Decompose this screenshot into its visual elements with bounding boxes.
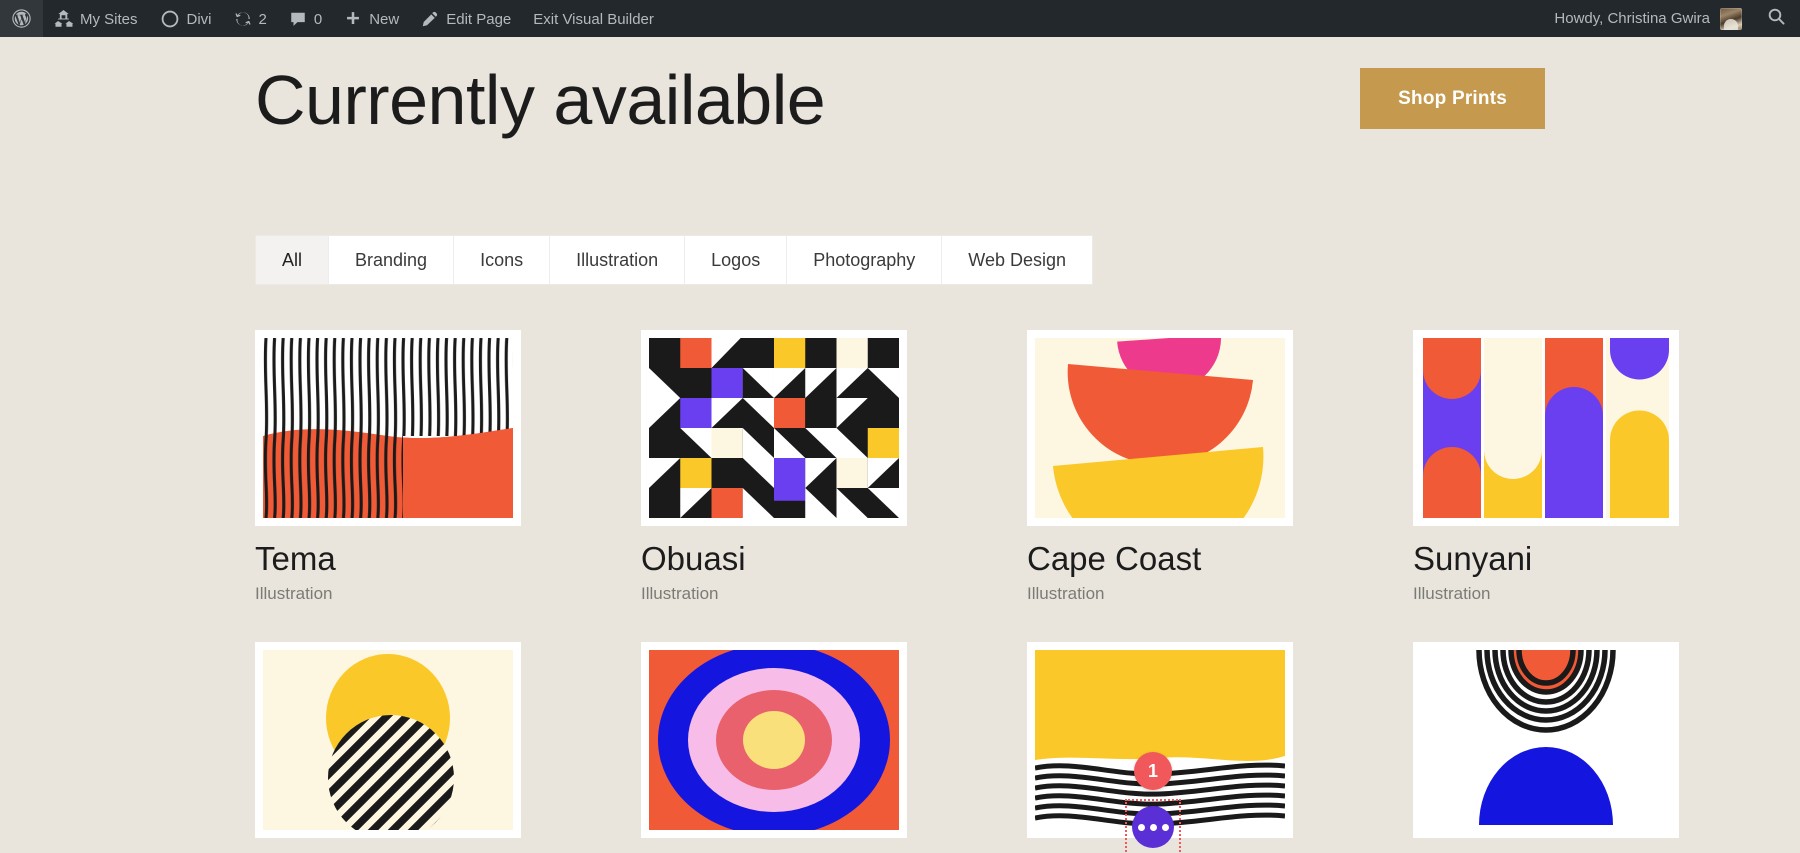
portfolio-filter-bar: All Branding Icons Illustration Logos Ph… [255, 235, 1093, 285]
portfolio-grid: Tema Illustration Obuasi Illustration Ca… [255, 330, 1679, 839]
portfolio-thumbnail[interactable] [1413, 330, 1679, 526]
admin-bar-item-edit-page[interactable]: Edit Page [410, 0, 522, 37]
admin-bar-item-comments[interactable]: 0 [278, 0, 333, 37]
portfolio-item: Tema Illustration [255, 330, 521, 604]
avatar [1720, 7, 1742, 30]
admin-bar-label-new: New [369, 11, 400, 28]
filter-tab-branding[interactable]: Branding [329, 236, 455, 284]
admin-bar-search-button[interactable] [1756, 0, 1796, 37]
plus-icon [344, 10, 362, 28]
portfolio-item-category: Illustration [255, 583, 333, 603]
admin-bar-item-exit-visual-builder[interactable]: Exit Visual Builder [522, 0, 665, 37]
portfolio-thumbnail[interactable] [1027, 330, 1293, 526]
divi-icon [160, 9, 180, 29]
portfolio-item: Sunyani Illustration [1413, 330, 1679, 604]
updates-icon [234, 10, 252, 28]
artwork-yellow-sun-stripes [263, 650, 513, 831]
filter-tab-web-design[interactable]: Web Design [942, 236, 1092, 284]
page-body: Currently available Shop Prints All Bran… [0, 37, 1800, 853]
divi-module-control: 1 [1124, 752, 1182, 853]
portfolio-thumbnail[interactable] [255, 642, 521, 839]
portfolio-item [255, 642, 521, 839]
portfolio-item: Cape Coast Illustration [1027, 330, 1293, 604]
howdy-label: Howdy, Christina Gwira [1554, 10, 1710, 27]
portfolio-item-title[interactable]: Tema [255, 540, 521, 578]
artwork-arc-dome [1421, 650, 1671, 831]
search-icon [1767, 7, 1786, 30]
wp-admin-bar: My Sites Divi 2 0 New Edit Page Exit Vis… [0, 0, 1800, 37]
ellipsis-icon [1149, 823, 1157, 831]
artwork-wavy-stripes-orange [263, 338, 513, 518]
admin-bar-right-group: Howdy, Christina Gwira [1542, 0, 1796, 37]
admin-bar-label-comments-count: 0 [313, 11, 323, 28]
filter-tab-logos[interactable]: Logos [685, 236, 788, 284]
filter-tab-photography[interactable]: Photography [787, 236, 943, 284]
portfolio-item-title[interactable]: Cape Coast [1027, 540, 1293, 578]
pencil-icon [421, 10, 439, 28]
admin-bar-item-divi[interactable]: Divi [149, 0, 223, 37]
portfolio-item: Obuasi Illustration [641, 330, 907, 604]
content-container: Currently available Shop Prints All Bran… [255, 37, 1679, 853]
portfolio-thumbnail[interactable] [255, 330, 521, 526]
portfolio-item [1413, 642, 1679, 839]
admin-bar-label-updates-count: 2 [258, 11, 267, 28]
portfolio-item-title[interactable]: Obuasi [641, 540, 907, 578]
admin-bar-label-divi: Divi [186, 11, 212, 28]
sites-icon [54, 10, 73, 27]
artwork-geometric-blocks [649, 338, 899, 518]
wordpress-icon [11, 8, 32, 29]
admin-bar-item-wp-logo[interactable] [0, 0, 43, 37]
artwork-rounded-columns [1421, 338, 1671, 518]
portfolio-thumbnail[interactable] [1413, 642, 1679, 839]
admin-bar-item-new[interactable]: New [333, 0, 410, 37]
portfolio-item-title[interactable]: Sunyani [1413, 540, 1679, 578]
filter-tab-all[interactable]: All [256, 236, 330, 284]
portfolio-item-category: Illustration [1413, 583, 1491, 603]
ellipsis-icon [1161, 823, 1169, 831]
module-count-badge[interactable]: 1 [1134, 752, 1172, 790]
portfolio-thumbnail[interactable] [641, 642, 907, 839]
module-selection-outline [1125, 799, 1181, 853]
page-header: Currently available Shop Prints [255, 45, 1545, 175]
artwork-concentric-circles [649, 650, 899, 831]
shop-prints-button[interactable]: Shop Prints [1360, 68, 1545, 129]
comment-icon [289, 10, 307, 28]
admin-bar-item-my-sites[interactable]: My Sites [43, 0, 149, 37]
module-settings-button[interactable] [1132, 806, 1174, 848]
admin-bar-item-updates[interactable]: 2 [223, 0, 278, 37]
admin-bar-label-exit-visual-builder: Exit Visual Builder [533, 11, 654, 28]
portfolio-item-category: Illustration [641, 583, 719, 603]
admin-bar-left-group: My Sites Divi 2 0 New Edit Page Exit Vis… [0, 0, 665, 37]
portfolio-thumbnail[interactable] [641, 330, 907, 526]
filter-tab-illustration[interactable]: Illustration [550, 236, 686, 284]
page-title: Currently available [255, 61, 826, 139]
admin-bar-label-my-sites: My Sites [80, 11, 138, 28]
portfolio-item-category: Illustration [1027, 583, 1105, 603]
filter-tab-icons[interactable]: Icons [454, 236, 551, 284]
admin-bar-account-menu[interactable]: Howdy, Christina Gwira [1542, 0, 1756, 37]
admin-bar-label-edit-page: Edit Page [446, 11, 512, 28]
ellipsis-icon [1137, 823, 1145, 831]
portfolio-item [641, 642, 907, 839]
artwork-stacked-bowls [1035, 338, 1285, 518]
